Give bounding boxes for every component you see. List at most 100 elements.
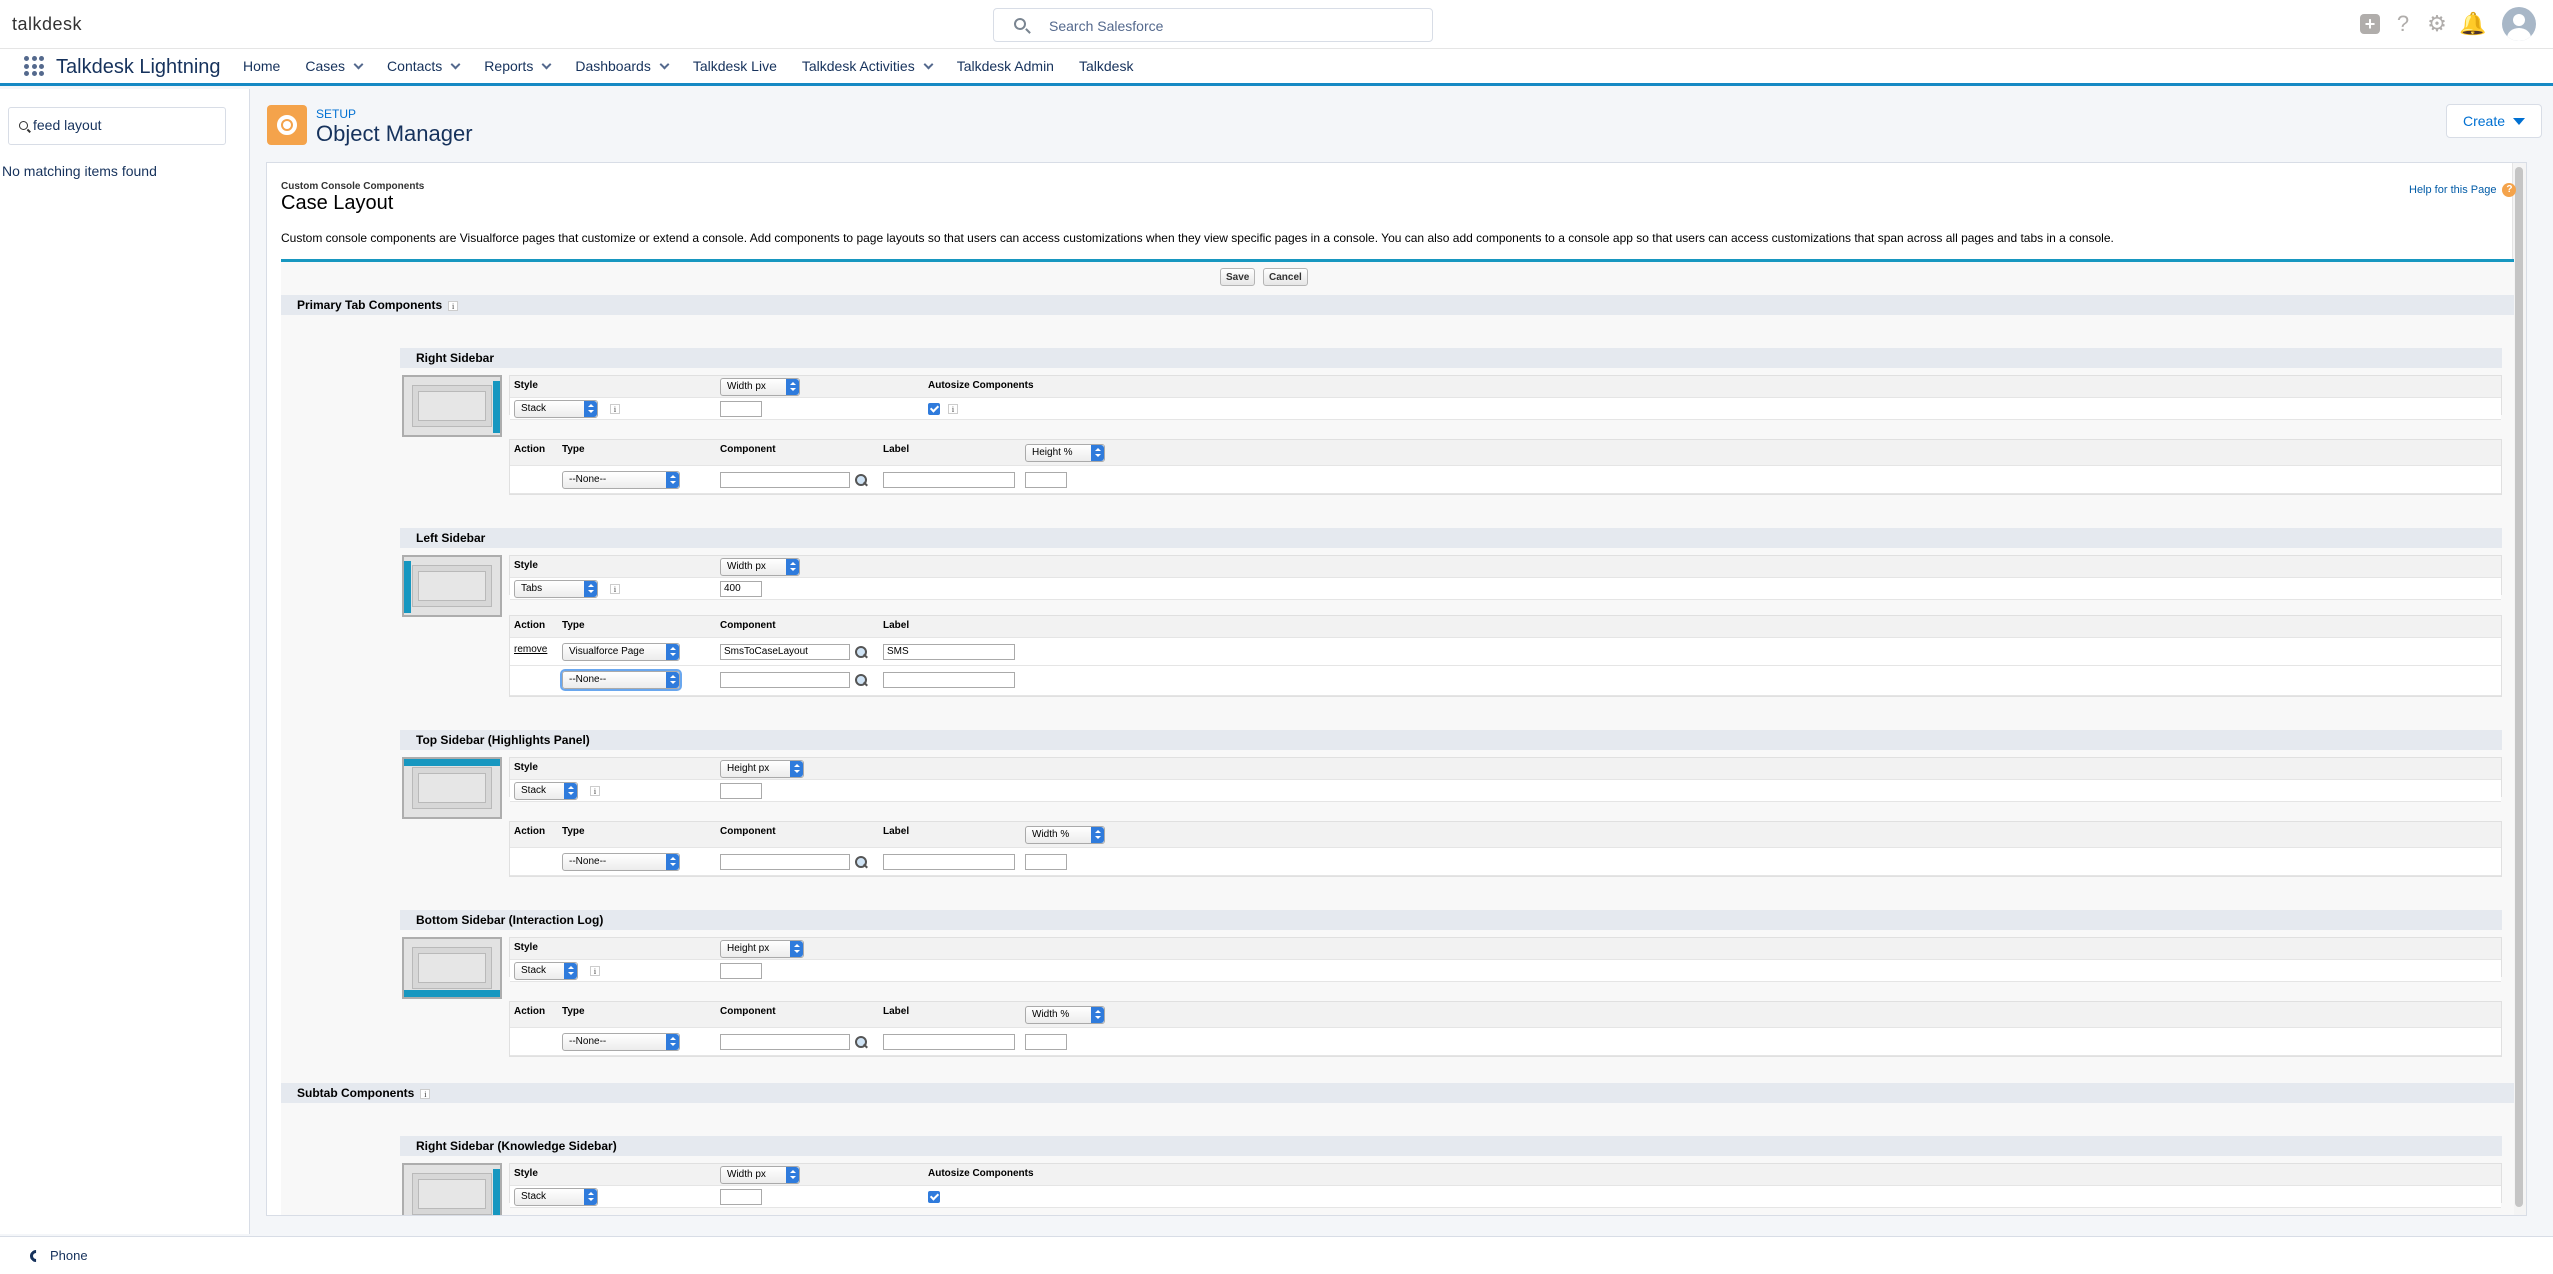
global-actions-icon[interactable]: + [2358,12,2382,36]
nav-item-talkdesk-activities[interactable]: Talkdesk Activities [789,49,944,83]
style-select[interactable]: Stack [514,400,598,418]
lookup-icon[interactable] [854,855,868,869]
remove-link[interactable]: remove [514,644,547,655]
type-select[interactable]: Visualforce Page [562,643,680,661]
component-input[interactable]: SmsToCaseLayout [720,644,850,660]
component-input[interactable] [720,472,850,488]
component-input[interactable] [720,672,850,688]
knowledge-sidebar-section: Right Sidebar (Knowledge Sidebar) Style … [400,1136,2502,1215]
quick-find-box[interactable] [8,107,226,145]
chevron-down-icon[interactable] [353,59,364,69]
info-icon[interactable]: i [448,300,459,311]
nav-item-reports[interactable]: Reports [471,49,562,83]
autosize-checkbox[interactable] [928,1191,940,1203]
chevron-down-icon[interactable] [659,59,670,69]
notifications-bell-icon[interactable]: 🔔 [2459,11,2486,36]
size-select[interactable]: Height % [1025,444,1105,462]
size-input[interactable] [1025,854,1067,870]
lookup-icon[interactable] [854,473,868,487]
component-input[interactable] [720,854,850,870]
subsection-header: Left Sidebar [400,528,2502,548]
label-input[interactable] [883,672,1015,688]
app-launcher-icon[interactable] [24,56,44,76]
select-arrow-icon [564,963,577,979]
phone-icon [27,1247,45,1264]
nav-item-talkdesk-live[interactable]: Talkdesk Live [680,49,789,83]
nav-item-cases[interactable]: Cases [292,49,374,83]
size-select[interactable]: Width % [1025,826,1105,844]
nav-item-contacts[interactable]: Contacts [374,49,471,83]
chevron-down-icon[interactable] [450,59,461,69]
setup-gear-icon[interactable]: ⚙ [2425,11,2449,36]
size-select[interactable]: Width % [1025,1006,1105,1024]
info-icon[interactable]: i [590,786,600,796]
info-icon[interactable]: i [610,404,620,414]
help-link[interactable]: Help for this Page? [2409,183,2517,197]
dimension-input[interactable] [720,963,762,979]
phone-utility[interactable]: Phone [27,1247,88,1264]
dimension-input[interactable] [720,1189,762,1205]
type-select[interactable]: --None-- [562,471,680,489]
dimension-select[interactable]: Width px [720,1166,800,1184]
lookup-icon[interactable] [854,1035,868,1049]
info-icon[interactable]: i [610,584,620,594]
type-select[interactable]: --None-- [562,853,680,871]
scrollbar[interactable] [2512,163,2526,1215]
lookup-icon[interactable] [854,645,868,659]
info-icon[interactable]: i [420,1088,431,1099]
select-arrow-icon [666,644,679,660]
style-select[interactable]: Stack [514,962,578,980]
dimension-input[interactable]: 400 [720,581,762,597]
info-icon[interactable]: i [948,404,958,414]
dimension-input[interactable] [720,401,762,417]
select-arrow-icon [666,854,679,870]
size-input[interactable] [1025,472,1067,488]
type-select[interactable]: --None-- [560,669,682,691]
style-select[interactable]: Tabs [514,580,598,598]
nav-item-talkdesk-admin[interactable]: Talkdesk Admin [944,49,1066,83]
dimension-select[interactable]: Height px [720,760,804,778]
style-select[interactable]: Stack [514,1188,598,1206]
bottom-sidebar-section: Bottom Sidebar (Interaction Log) Style H… [400,910,2502,1060]
bottom-sidebar-diagram [402,937,502,999]
setup-label[interactable]: SETUP [316,107,356,121]
cancel-button[interactable]: Cancel [1263,268,1308,286]
autosize-checkbox[interactable] [928,403,940,415]
label-input[interactable] [883,472,1015,488]
top-sidebar-diagram [402,757,502,819]
small-title: Custom Console Components [281,181,425,192]
dimension-input[interactable] [720,783,762,799]
label-header: Label [883,444,910,455]
label-header: Label [883,826,910,837]
dimension-select[interactable]: Width px [720,378,800,396]
global-search[interactable]: Search Salesforce [993,8,1433,42]
action-header: Action [514,620,546,631]
nav-item-talkdesk[interactable]: Talkdesk [1066,49,1145,83]
save-button[interactable]: Save [1220,268,1256,286]
table-row: remove Visualforce Page SmsToCaseLayout … [510,638,2501,666]
quick-find-input[interactable] [33,117,213,133]
label-input[interactable] [883,854,1015,870]
lookup-icon[interactable] [854,673,868,687]
create-button[interactable]: Create [2446,104,2542,138]
info-icon[interactable]: i [590,966,600,976]
nav-item-home[interactable]: Home [230,49,292,83]
nav-item-dashboards[interactable]: Dashboards [562,49,680,83]
size-input[interactable] [1025,1034,1067,1050]
setup-content-frame: Custom Console Components Case Layout He… [266,162,2527,1216]
dimension-select[interactable]: Width px [720,558,800,576]
help-icon[interactable]: ? [2391,11,2415,36]
chevron-down-icon[interactable] [923,59,934,69]
nav-item-label: Dashboards [575,58,651,74]
type-select[interactable]: --None-- [562,1033,680,1051]
primary-tab-section-header: Primary Tab Components i [281,295,2514,315]
talkdesk-logo[interactable]: talkdesk [12,14,82,35]
dimension-select[interactable]: Height px [720,940,804,958]
chevron-down-icon[interactable] [541,59,552,69]
style-select[interactable]: Stack [514,782,578,800]
component-input[interactable] [720,1034,850,1050]
label-input[interactable]: SMS [883,644,1015,660]
label-input[interactable] [883,1034,1015,1050]
user-avatar[interactable] [2502,7,2536,41]
subtab-section-header: Subtab Components i [281,1083,2514,1103]
